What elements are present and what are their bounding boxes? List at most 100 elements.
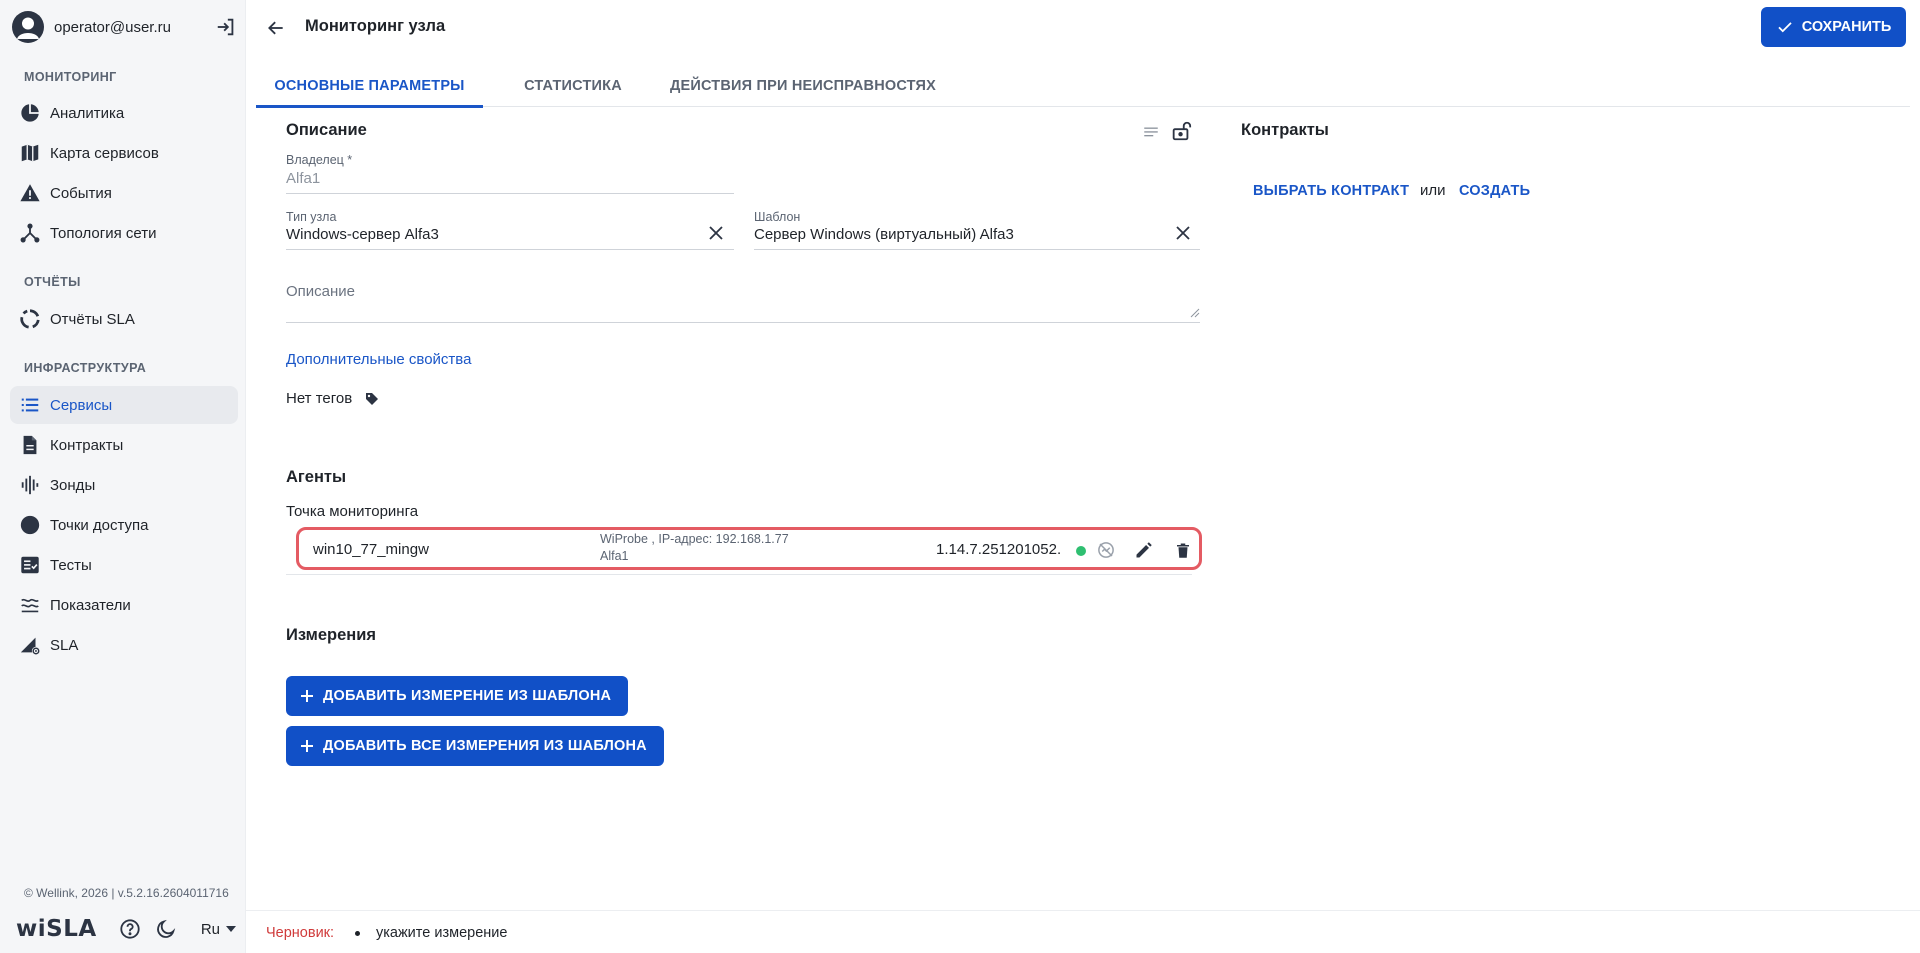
- tab-main-params[interactable]: ОСНОВНЫЕ ПАРАМЕТРЫ: [256, 64, 483, 108]
- sidebar-item-label: Контракты: [50, 436, 124, 454]
- draft-footer: Черновик: укажите измерение: [246, 910, 1920, 953]
- logout-icon[interactable]: [214, 15, 238, 39]
- tab-statistics[interactable]: СТАТИСТИКА: [503, 64, 643, 107]
- save-button-label: СОХРАНИТЬ: [1801, 19, 1892, 35]
- user-email: operator@user.ru: [54, 18, 171, 36]
- description-section-title: Описание: [286, 121, 367, 139]
- sidebar-item-label: Показатели: [50, 596, 131, 614]
- sidebar-item-topology[interactable]: Топология сети: [10, 214, 238, 252]
- section-title-reports: ОТЧЁТЫ: [24, 275, 81, 289]
- tags-text: Нет тегов: [286, 390, 353, 407]
- clear-node-type-icon[interactable]: [705, 222, 727, 244]
- tag-icon[interactable]: [362, 389, 382, 409]
- select-contract-link[interactable]: ВЫБРАТЬ КОНТРАКТ: [1253, 183, 1409, 199]
- agent-status-dot: [1076, 546, 1086, 556]
- monitoring-point-label: Точка мониторинга: [286, 503, 419, 520]
- tab-fault-actions[interactable]: ДЕЙСТВИЯ ПРИ НЕИСПРАВНОСТЯХ: [664, 64, 942, 107]
- document-icon: [18, 433, 42, 457]
- draft-bullet: [355, 931, 360, 936]
- agents-section-title: Агенты: [286, 468, 347, 486]
- sidebar-item-label: Сервисы: [50, 396, 113, 414]
- sidebar-item-label: Топология сети: [50, 224, 157, 242]
- circle-progress-icon: [18, 307, 42, 331]
- sidebar-item-services[interactable]: Сервисы: [10, 386, 238, 424]
- sidebar-item-sla[interactable]: SLA: [10, 626, 238, 664]
- template-field[interactable]: Сервер Windows (виртуальный) Alfa3: [754, 226, 1014, 243]
- owner-field[interactable]: Alfa1: [286, 170, 320, 187]
- page-title: Мониторинг узла: [305, 17, 446, 35]
- tab-label: ДЕЙСТВИЯ ПРИ НЕИСПРАВНОСТЯХ: [669, 77, 937, 94]
- monitoring-disabled-icon[interactable]: [1095, 539, 1117, 561]
- check-icon: [1778, 22, 1792, 33]
- tab-label: СТАТИСТИКА: [524, 77, 622, 94]
- section-title-infrastructure: ИНФРАСТРУКТУРА: [24, 361, 147, 375]
- sidebar-item-metrics[interactable]: Показатели: [10, 586, 238, 624]
- button-label: ДОБАВИТЬ ВСЕ ИЗМЕРЕНИЯ ИЗ ШАБЛОНА: [323, 738, 647, 754]
- clear-template-icon[interactable]: [1172, 222, 1194, 244]
- dot-icon: [18, 513, 42, 537]
- agent-version: 1.14.7.251201052...: [936, 541, 1062, 558]
- draft-label: Черновик:: [266, 925, 335, 941]
- node-type-field[interactable]: Windows-сервер Alfa3: [286, 226, 439, 243]
- add-all-measurements-from-template-button[interactable]: ДОБАВИТЬ ВСЕ ИЗМЕРЕНИЯ ИЗ ШАБЛОНА: [286, 726, 664, 766]
- probe-icon: [18, 473, 42, 497]
- owner-label: Владелец *: [286, 153, 353, 167]
- measurements-section-title: Измерения: [286, 626, 377, 644]
- map-icon: [18, 141, 42, 165]
- logo: wiSLA: [16, 916, 97, 942]
- warning-icon: [18, 181, 42, 205]
- description-underline: [286, 322, 1200, 323]
- sidebar-item-label: Точки доступа: [50, 516, 149, 534]
- chevron-down-icon: [226, 926, 236, 932]
- delete-icon[interactable]: [1172, 540, 1194, 562]
- copyright: © Wellink, 2026 | v.5.2.16.2604011716: [24, 886, 229, 900]
- sidebar-item-label: События: [50, 184, 112, 202]
- add-measurement-from-template-button[interactable]: ДОБАВИТЬ ИЗМЕРЕНИЕ ИЗ ШАБЛОНА: [286, 676, 629, 716]
- or-text: или: [1420, 182, 1446, 199]
- extra-properties-link[interactable]: Дополнительные свойства: [286, 351, 471, 368]
- user-row: operator@user.ru: [12, 10, 238, 44]
- language-label: Ru: [200, 920, 220, 938]
- agents-underline: [286, 574, 1192, 575]
- button-label: ДОБАВИТЬ ИЗМЕРЕНИЕ ИЗ ШАБЛОНА: [323, 688, 612, 704]
- help-icon[interactable]: [119, 917, 141, 941]
- save-button[interactable]: СОХРАНИТЬ: [1761, 7, 1906, 47]
- header: Мониторинг узла СОХРАНИТЬ: [246, 0, 1920, 56]
- resize-handle-icon[interactable]: [1190, 308, 1200, 318]
- topology-icon: [18, 221, 42, 245]
- sidebar-item-service-map[interactable]: Карта сервисов: [10, 134, 238, 172]
- notes-icon[interactable]: [1140, 121, 1162, 143]
- description-textarea[interactable]: Описание: [286, 283, 355, 300]
- language-select[interactable]: Ru: [201, 921, 236, 938]
- sidebar-item-contracts[interactable]: Контракты: [10, 426, 238, 464]
- dark-mode-icon[interactable]: [155, 917, 177, 941]
- sidebar-item-probes[interactable]: Зонды: [10, 466, 238, 504]
- sla-icon: [18, 633, 42, 657]
- sidebar-item-label: Отчёты SLA: [50, 310, 135, 328]
- template-underline: [754, 249, 1200, 250]
- avatar[interactable]: [12, 11, 44, 43]
- agent-row[interactable]: win10_77_mingw WiProbe , IP-адрес: 192.1…: [296, 527, 1202, 570]
- sidebar-item-label: SLA: [50, 636, 79, 654]
- sidebar-item-label: Тесты: [50, 556, 92, 574]
- agent-probe-ip: WiProbe , IP-адрес: 192.168.1.77: [600, 532, 789, 546]
- list-icon: [18, 393, 42, 417]
- sidebar-item-tests[interactable]: Тесты: [10, 546, 238, 584]
- metrics-icon: [18, 593, 42, 617]
- sidebar-item-events[interactable]: События: [10, 174, 238, 212]
- sidebar: operator@user.ru МОНИТОРИНГ Аналитика Ка…: [0, 0, 246, 953]
- sidebar-item-analytics[interactable]: Аналитика: [10, 94, 238, 132]
- sidebar-item-label: Аналитика: [50, 104, 125, 122]
- template-label: Шаблон: [754, 210, 801, 224]
- create-contract-link[interactable]: СОЗДАТЬ: [1459, 183, 1530, 199]
- tabs: ОСНОВНЫЕ ПАРАМЕТРЫ СТАТИСТИКА ДЕЙСТВИЯ П…: [256, 64, 1910, 108]
- unlock-icon[interactable]: [1168, 118, 1194, 144]
- contracts-section-title: Контракты: [1241, 121, 1329, 139]
- edit-icon[interactable]: [1131, 537, 1157, 563]
- draft-message: укажите измерение: [376, 925, 508, 941]
- sidebar-bottom-row: wiSLA Ru: [16, 914, 236, 944]
- back-arrow-icon[interactable]: [262, 14, 290, 42]
- pie-chart-icon: [18, 101, 42, 125]
- sidebar-item-access-points[interactable]: Точки доступа: [10, 506, 238, 544]
- sidebar-item-sla-reports[interactable]: Отчёты SLA: [10, 300, 238, 338]
